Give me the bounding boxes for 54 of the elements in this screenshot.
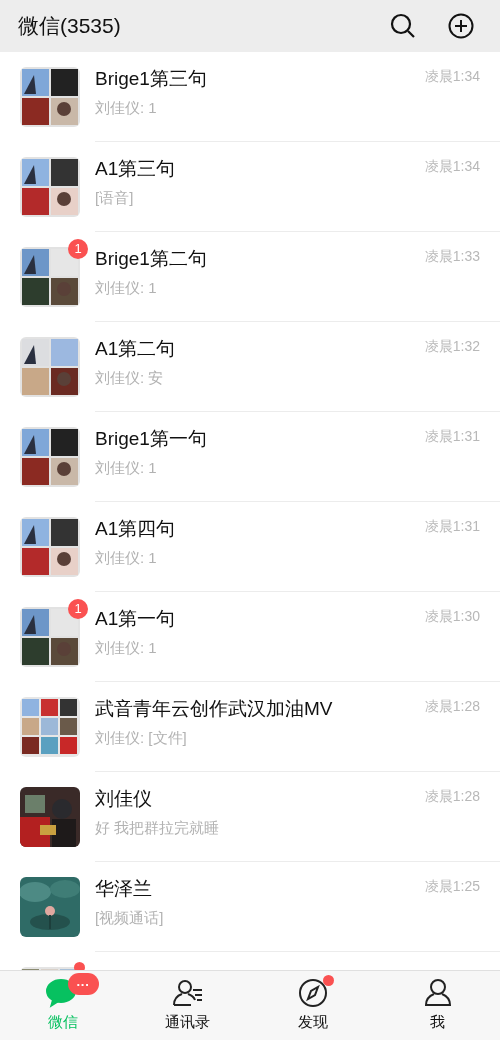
message-preview: 刘佳仪: 1: [95, 638, 158, 658]
chat-name: A1第二句: [95, 337, 177, 361]
message-preview: 刘佳仪: 1: [95, 548, 158, 568]
compass-icon: [297, 978, 328, 1009]
chat-name: A1第一句: [95, 607, 177, 631]
chat-item[interactable]: 华泽兰 [视频通话] 凌晨1:25: [0, 862, 500, 952]
header-title: 微信(3535): [18, 13, 122, 40]
tab[interactable]: 发现: [250, 971, 375, 1040]
unread-badge: 1: [68, 599, 88, 619]
contacts-icon: [170, 978, 205, 1009]
chat-name: 武音青年云创作武汉加油MV: [95, 697, 334, 721]
chat-name: A1第四句: [95, 517, 177, 541]
chat-name: Brige1第二句: [95, 247, 208, 271]
add-button[interactable]: [448, 13, 474, 39]
message-time: 凌晨1:28: [424, 787, 480, 806]
chat-item[interactable]: 1 Brige1第二句 刘佳仪: 1 凌晨1:33: [0, 232, 500, 322]
more-badge: ···: [67, 973, 99, 996]
chat-name: 华泽兰: [95, 877, 153, 901]
chat-name: Brige1第一句: [95, 427, 208, 451]
unread-badge: 1: [68, 239, 88, 259]
chat-item[interactable]: 武音青年云创作武汉加油MV 刘佳仪: [文件] 凌晨1:28: [0, 682, 500, 772]
message-time: 凌晨1:31: [424, 427, 480, 446]
chat-item[interactable]: A1第二句 刘佳仪: 安 凌晨1:32: [0, 322, 500, 412]
chat-item[interactable]: 刘佳仪 好 我把群拉完就睡 凌晨1:28: [0, 772, 500, 862]
message-time: 凌晨1:31: [424, 517, 480, 536]
message-preview: 刘佳仪: 1: [95, 458, 158, 478]
message-time: 凌晨1:34: [424, 67, 480, 86]
chat-item[interactable]: A1第四句 刘佳仪: 1 凌晨1:31: [0, 502, 500, 592]
search-button[interactable]: [390, 13, 416, 39]
chat-name: 刘佳仪: [95, 787, 153, 811]
search-icon: [390, 13, 416, 39]
tab[interactable]: 通讯录: [125, 971, 250, 1040]
chat-item[interactable]: 1 A1第一句 刘佳仪: 1 凌晨1:30: [0, 592, 500, 682]
message-time: 凌晨1:32: [424, 337, 480, 356]
message-preview: 好 我把群拉完就睡: [95, 818, 221, 838]
message-preview: [语音]: [95, 188, 135, 208]
chat-name: Brige1第三句: [95, 67, 208, 91]
message-preview: 刘佳仪: 1: [95, 98, 158, 118]
message-preview: 刘佳仪: [文件]: [95, 728, 188, 748]
message-time: 凌晨1:28: [424, 697, 480, 716]
message-preview: 刘佳仪: 安: [95, 368, 165, 388]
add-icon: [448, 13, 474, 39]
message-preview: [视频通话]: [95, 908, 165, 928]
chat-name: A1第三句: [95, 157, 177, 181]
chat-item[interactable]: A1第三句 [语音] 凌晨1:34: [0, 142, 500, 232]
message-time: 凌晨1:33: [424, 247, 480, 266]
message-time: 凌晨1:25: [424, 877, 480, 896]
message-preview: 刘佳仪: 1: [95, 278, 158, 298]
tab[interactable]: 我: [375, 971, 500, 1040]
chat-item[interactable]: Brige1第三句 刘佳仪: 1 凌晨1:34: [0, 52, 500, 142]
message-time: 凌晨1:34: [424, 157, 480, 176]
message-time: 凌晨1:30: [424, 607, 480, 626]
chat-item[interactable]: Brige1第一句 刘佳仪: 1 凌晨1:31: [0, 412, 500, 502]
person-icon: [422, 978, 453, 1009]
